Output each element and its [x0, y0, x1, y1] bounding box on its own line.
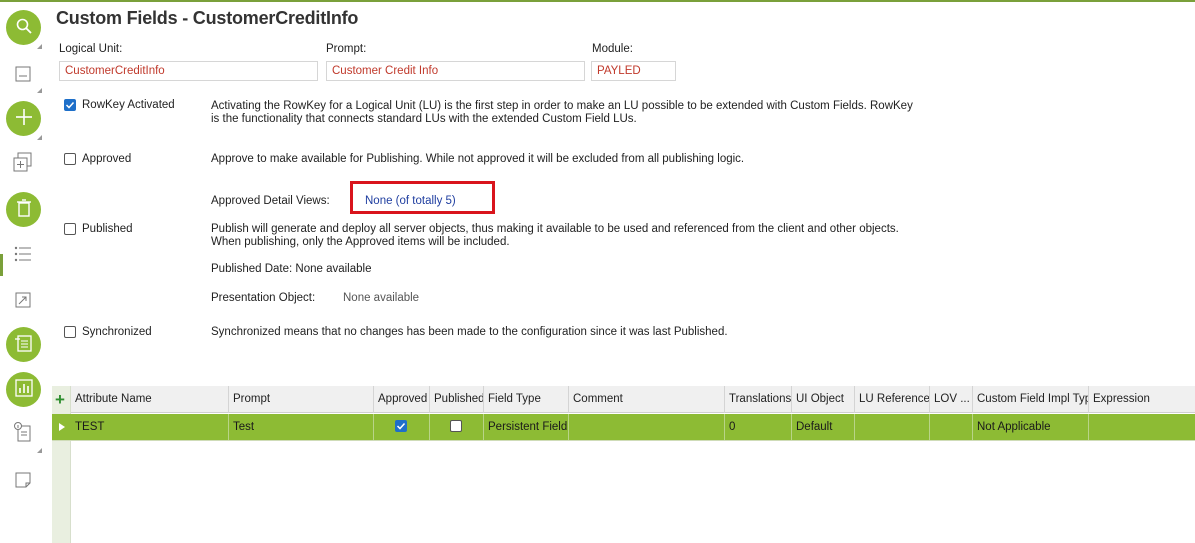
check-icon: [65, 101, 75, 109]
list-icon: [13, 245, 33, 266]
info-menu-corner[interactable]: [37, 448, 42, 453]
rowkey-checkbox-row[interactable]: RowKey Activated: [64, 99, 175, 111]
published-description-line2: When publishing, only the Approved items…: [211, 236, 510, 248]
synchronized-label: Synchronized: [82, 326, 152, 338]
col-comment[interactable]: Comment: [568, 386, 724, 413]
info-button[interactable]: [12, 421, 34, 446]
add-menu-corner[interactable]: [37, 135, 42, 140]
published-description-line1: Publish will generate and deploy all ser…: [211, 223, 899, 235]
note-button[interactable]: [12, 470, 34, 492]
rowkey-description-line2: is the functionality that connects stand…: [211, 113, 637, 125]
info-icon: [13, 421, 33, 446]
delete-icon: [15, 198, 33, 221]
chart-icon: [14, 378, 34, 401]
col-prompt[interactable]: Prompt: [228, 386, 373, 413]
published-checkbox-row[interactable]: Published: [64, 223, 133, 235]
approved-detail-views-link[interactable]: None (of totally 5): [365, 195, 456, 207]
duplicate-button[interactable]: [12, 152, 34, 174]
cell-expression[interactable]: [1088, 414, 1195, 440]
top-accent-line: [0, 0, 1195, 2]
published-label: Published: [82, 223, 133, 235]
form-button[interactable]: [12, 64, 34, 86]
open-link-button[interactable]: [12, 290, 34, 312]
left-toolbar: [0, 2, 46, 543]
duplicate-icon: [12, 151, 34, 176]
synchronized-checkbox[interactable]: [64, 326, 76, 338]
cell-prompt[interactable]: Test: [228, 414, 373, 440]
detail-icon: [14, 333, 34, 356]
col-lov[interactable]: LOV ...: [929, 386, 972, 413]
note-icon: [14, 471, 32, 492]
cell-ui-object[interactable]: Default: [791, 414, 854, 440]
add-button[interactable]: [6, 101, 41, 136]
approved-checkbox-row[interactable]: Approved: [64, 153, 131, 165]
row-published-checkbox[interactable]: [450, 420, 462, 432]
col-expression[interactable]: Expression: [1088, 386, 1195, 413]
form-menu-corner[interactable]: [37, 88, 42, 93]
list-view-button[interactable]: [12, 244, 34, 266]
prompt-field[interactable]: Customer Credit Info: [326, 61, 585, 81]
synchronized-checkbox-row[interactable]: Synchronized: [64, 326, 152, 338]
cell-attribute-name[interactable]: TEST: [71, 414, 228, 440]
cell-lu-reference[interactable]: [854, 414, 929, 440]
col-custom-field-impl-type[interactable]: Custom Field Impl Type: [972, 386, 1088, 413]
plus-icon[interactable]: +: [55, 390, 65, 410]
col-translations[interactable]: Translations: [724, 386, 791, 413]
approved-label: Approved: [82, 153, 132, 165]
cell-lov[interactable]: [929, 414, 972, 440]
approved-checkbox[interactable]: [64, 153, 76, 165]
toolbar-active-marker: [0, 254, 3, 276]
synchronized-description: Synchronized means that no changes has b…: [211, 326, 728, 338]
module-field[interactable]: PAYLED: [591, 61, 676, 81]
col-attribute-name[interactable]: Attribute Name: [71, 386, 228, 413]
rowkey-description-line1: Activating the RowKey for a Logical Unit…: [211, 100, 913, 112]
open-link-icon: [14, 291, 32, 312]
search-button[interactable]: [6, 10, 41, 45]
col-field-type[interactable]: Field Type: [483, 386, 568, 413]
presentation-object-value: None available: [343, 292, 420, 304]
page-title: Custom Fields - CustomerCreditInfo: [56, 8, 359, 28]
add-icon: [14, 107, 34, 130]
col-published[interactable]: Published: [429, 386, 483, 413]
presentation-object-label: Presentation Object:: [211, 292, 316, 304]
search-menu-corner[interactable]: [37, 44, 42, 49]
row-selected-arrow-icon: [56, 418, 68, 436]
cell-comment[interactable]: [568, 414, 724, 440]
rowkey-checkbox[interactable]: [64, 99, 76, 111]
chart-button[interactable]: [6, 372, 41, 407]
logical-unit-field[interactable]: CustomerCreditInfo: [59, 61, 318, 81]
published-date: Published Date: None available: [211, 263, 372, 275]
col-approved[interactable]: Approved: [373, 386, 429, 413]
logical-unit-label: Logical Unit:: [59, 43, 123, 55]
prompt-label: Prompt:: [326, 43, 367, 55]
row-separator: [52, 440, 1195, 441]
detail-button[interactable]: [6, 327, 41, 362]
rowkey-label: RowKey Activated: [82, 99, 175, 111]
col-lu-reference[interactable]: LU Reference: [854, 386, 929, 413]
cell-custom-field-impl-type[interactable]: Not Applicable: [972, 414, 1088, 440]
module-label: Module:: [592, 43, 633, 55]
col-ui-object[interactable]: UI Object: [791, 386, 854, 413]
cell-translations[interactable]: 0: [724, 414, 791, 440]
row-approved-checkbox[interactable]: [395, 420, 407, 432]
approved-detail-views-label: Approved Detail Views:: [211, 195, 330, 207]
check-icon: [396, 422, 406, 430]
form-icon: [13, 64, 33, 87]
search-icon: [15, 17, 33, 38]
cell-field-type[interactable]: Persistent Field: [483, 414, 568, 440]
approved-description: Approve to make available for Publishing…: [211, 153, 745, 165]
published-checkbox[interactable]: [64, 223, 76, 235]
delete-button[interactable]: [6, 192, 41, 227]
